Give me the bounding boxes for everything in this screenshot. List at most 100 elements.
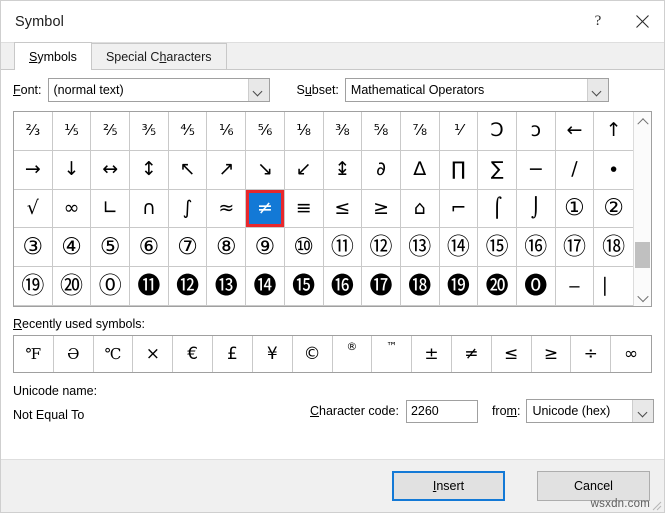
recent-symbol-cell[interactable]: ≥ [532,336,572,372]
symbol-cell[interactable]: ≡ [284,189,324,229]
symbol-cell[interactable]: ↗ [207,150,247,190]
symbol-cell[interactable]: ⑳ [52,267,92,306]
symbol-cell[interactable]: ≈ [207,189,247,229]
recent-symbol-cell[interactable]: Ә [54,336,94,372]
recent-symbol-cell[interactable]: × [133,336,174,372]
symbol-cell[interactable]: → [14,150,53,190]
symbol-cell[interactable]: ⅗ [130,112,169,151]
symbol-cell[interactable]: ↙ [284,150,324,190]
symbol-cell[interactable]: ⌠ [478,189,517,229]
recent-symbol-cell[interactable]: € [173,336,214,372]
symbol-cell[interactable]: ↔ [91,150,131,190]
symbol-cell[interactable]: Ↄ [478,112,517,151]
tab-symbols[interactable]: Symbols [14,42,92,70]
symbol-cell[interactable]: ④ [52,228,92,268]
recent-symbol-cell[interactable]: ≠ [452,336,492,372]
symbol-cell[interactable]: ⑪ [323,228,363,268]
recent-symbol-cell[interactable]: ≤ [492,336,532,372]
subset-dropdown-button[interactable] [586,79,608,101]
symbol-grid[interactable]: ⅔ ⅕ ⅖ ⅗ ⅘ ⅙ ⅚ ⅛ ⅜ ⅝ ⅞ ⅟ Ↄɔ ← ↑ → ↓ ↔ ↕ ↖ ↗ ↘ ↙ ↨ ∂ ∆ ∏ ∑ − ∕ ∙ √ ∞ ∟ ∩ ∫ ≈ ≠ ≡… [14,112,633,306]
symbol-cell[interactable]: ∏ [439,150,479,190]
recently-used-grid[interactable]: ℉ Ә ℃ × € £ ¥ © ® ™ ± ≠ ≤ ≥ ÷ ∞ [13,335,652,373]
symbol-cell[interactable]: ∑ [478,150,517,190]
symbol-grid-scrollbar[interactable] [633,112,651,306]
symbol-cell[interactable]: ⅙ [207,112,247,151]
scrollbar-thumb[interactable] [635,242,650,268]
tab-special-characters[interactable]: Special Characters [90,43,227,70]
symbol-cell[interactable]: ⓱ [362,267,401,306]
symbol-cell[interactable]: ⅕ [52,112,92,151]
symbol-cell[interactable]: ⓭ [207,267,247,306]
symbol-cell[interactable]: ∆ [400,150,440,190]
symbol-cell[interactable]: ⓯ [284,267,324,306]
symbol-cell[interactable]: ⓮ [246,267,285,306]
symbol-cell[interactable]: ⑦ [168,228,208,268]
symbol-cell[interactable]: ⌐ [439,189,479,229]
symbol-cell[interactable]: ⑭ [439,228,479,268]
symbol-cell[interactable]: ⑮ [478,228,517,268]
symbol-cell[interactable]: ⑫ [362,228,401,268]
recent-symbol-cell[interactable]: ℉ [14,336,54,372]
symbol-cell[interactable]: ⅖ [91,112,131,151]
character-code-input[interactable] [405,399,478,423]
symbol-cell[interactable]: ≤ [323,189,363,229]
symbol-cell[interactable]: ⅔ [14,112,53,151]
recent-symbol-cell[interactable]: ™ [372,336,413,372]
scroll-up-button[interactable] [634,112,651,129]
symbol-cell[interactable]: ⑯ [516,228,556,268]
symbol-cell[interactable]: √ [14,189,53,229]
cancel-button[interactable]: Cancel [537,471,650,501]
symbol-cell[interactable]: ② [594,190,633,229]
symbol-cell[interactable]: ⅚ [246,112,285,151]
help-button[interactable]: ? [576,2,620,42]
symbol-cell[interactable]: ∟ [91,189,131,229]
symbol-cell[interactable]: ⓰ [323,267,363,306]
recent-symbol-cell[interactable]: ÷ [571,336,612,372]
symbol-cell[interactable]: ⑩ [284,228,324,268]
symbol-cell[interactable]: ⑧ [207,228,247,268]
symbol-cell-selected[interactable]: ≠ [246,189,285,229]
symbol-cell[interactable]: ∫ [168,189,208,229]
symbol-cell[interactable]: ⓬ [168,267,208,306]
symbol-cell[interactable]: ⅘ [168,112,208,151]
symbol-cell[interactable]: ① [555,189,595,229]
insert-button[interactable]: Insert [392,471,505,501]
from-combobox[interactable]: Unicode (hex) [526,399,655,423]
symbol-cell[interactable]: ⅛ [284,112,324,151]
recent-symbol-cell[interactable]: ¥ [253,336,293,372]
symbol-cell[interactable]: ⓿ [516,267,556,306]
symbol-cell[interactable]: ↕ [130,150,169,190]
symbol-cell[interactable]: ← [555,112,595,151]
recent-symbol-cell[interactable]: ± [412,336,452,372]
symbol-cell[interactable]: ↖ [168,150,208,190]
symbol-cell[interactable]: ⑤ [91,228,131,268]
recent-symbol-cell[interactable]: ℃ [94,336,134,372]
font-dropdown-button[interactable] [247,79,269,101]
symbol-cell[interactable]: ≥ [362,189,401,229]
symbol-cell[interactable]: ⑬ [400,228,440,268]
symbol-cell[interactable]: ⑥ [130,228,169,268]
symbol-cell[interactable]: ⌂ [400,189,440,229]
symbol-cell[interactable]: ↓ [52,150,92,190]
symbol-cell[interactable]: ↘ [246,150,285,190]
symbol-cell[interactable]: ∙ [594,151,633,190]
symbol-cell[interactable]: ⓴ [478,267,517,306]
recent-symbol-cell[interactable]: © [293,336,333,372]
symbol-cell[interactable]: ∕ [555,150,595,190]
recent-symbol-cell[interactable]: ∞ [611,336,651,372]
subset-combobox[interactable]: Mathematical Operators [344,78,609,102]
symbol-cell[interactable]: ⅞ [400,112,440,151]
symbol-cell[interactable]: ⑱ [594,228,633,268]
symbol-cell[interactable]: ⑰ [555,228,595,268]
from-dropdown-button[interactable] [632,400,654,422]
symbol-cell[interactable]: ⓫ [130,267,169,306]
symbol-cell[interactable]: ⓲ [400,267,440,306]
symbol-cell[interactable]: ↨ [323,150,363,190]
close-button[interactable] [620,2,664,42]
recent-symbol-cell[interactable]: ® [333,336,373,372]
symbol-cell[interactable]: ⑲ [14,267,53,306]
symbol-cell[interactable]: ⌡ [516,189,556,229]
symbol-cell[interactable]: ⑨ [246,228,285,268]
symbol-cell[interactable]: ⓪ [91,267,131,306]
symbol-cell[interactable]: ⓳ [439,267,479,306]
